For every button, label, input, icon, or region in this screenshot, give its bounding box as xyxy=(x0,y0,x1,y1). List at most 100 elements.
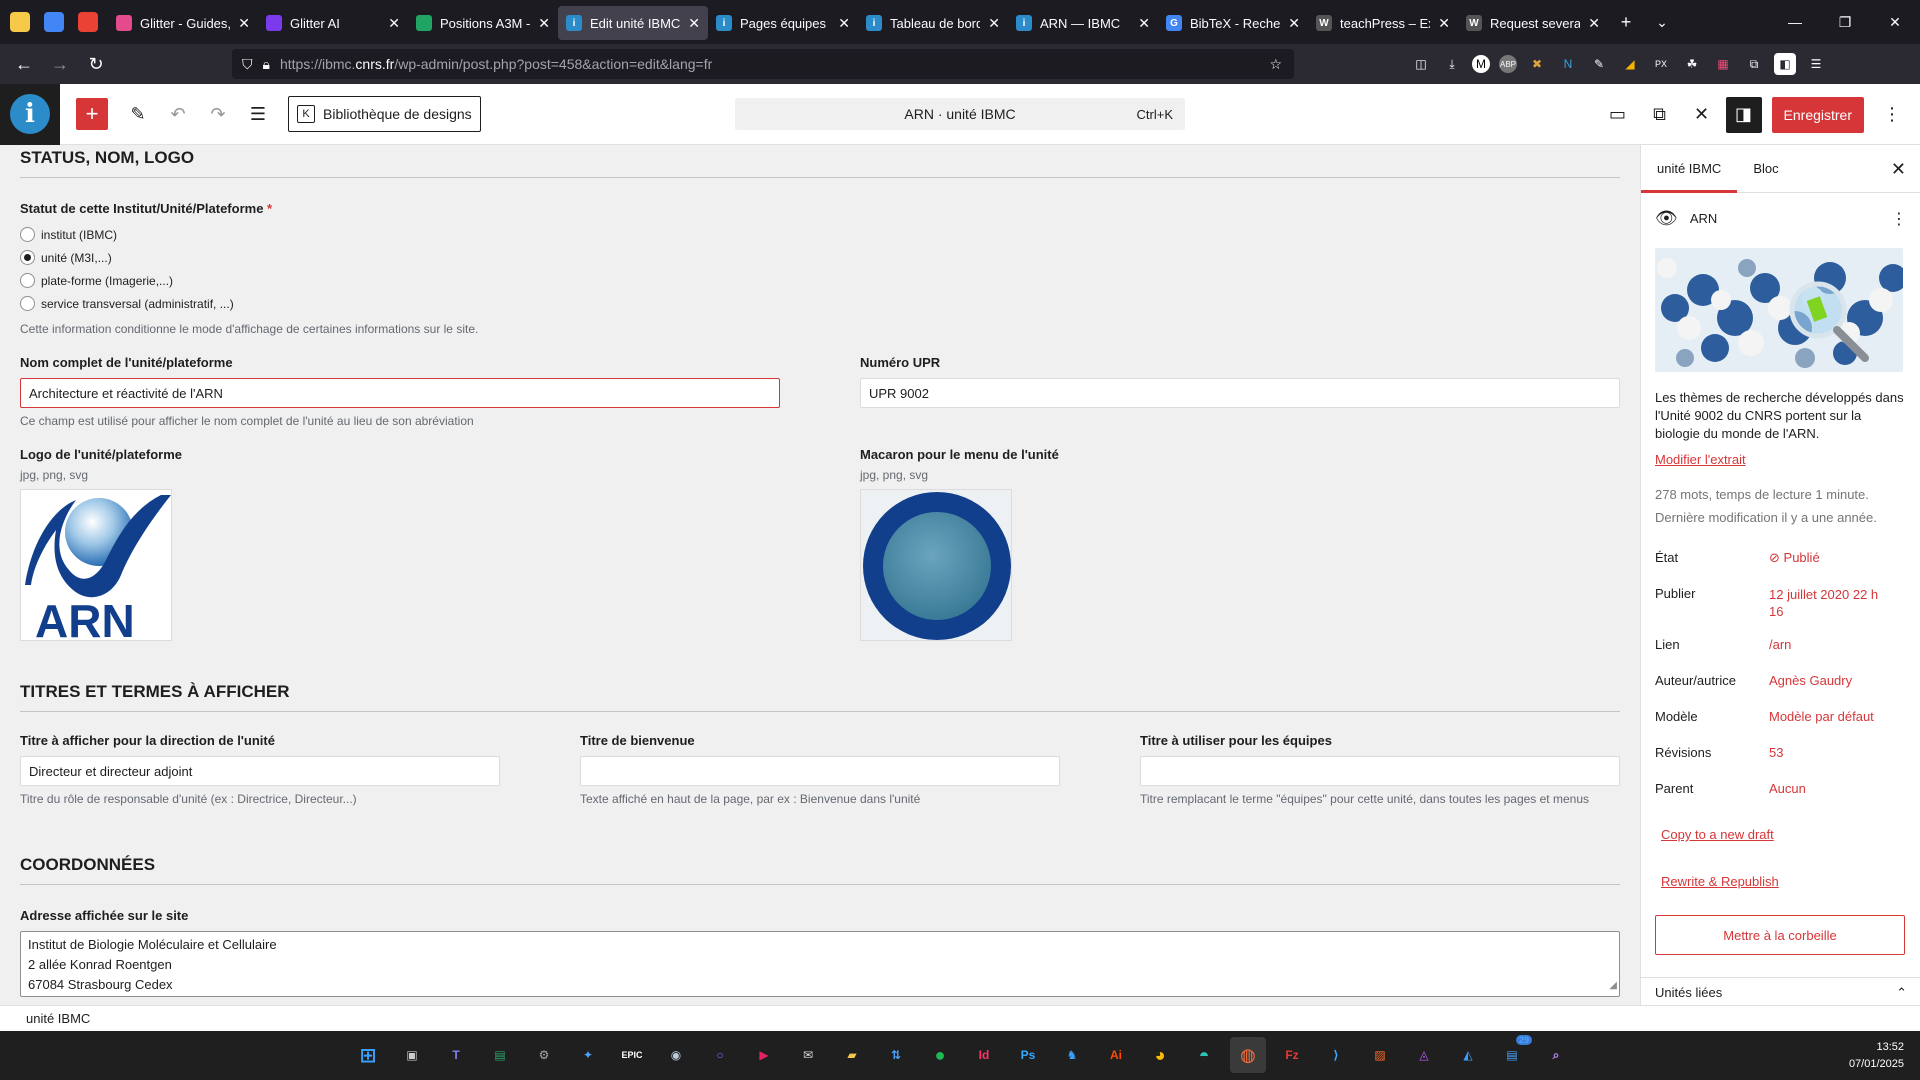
close-sidebar-icon[interactable]: ✕ xyxy=(1891,159,1906,180)
permalink-value[interactable]: /arn xyxy=(1769,637,1791,652)
extension-px-icon[interactable]: PX xyxy=(1650,53,1672,75)
address-textarea[interactable]: Institut de Biologie Moléculaire et Cell… xyxy=(20,931,1620,997)
tab-post[interactable]: unité IBMC xyxy=(1641,145,1737,193)
tab-close-icon[interactable]: ✕ xyxy=(388,15,400,32)
tab-close-icon[interactable]: ✕ xyxy=(1588,15,1600,32)
extension-grid-icon[interactable]: ▦ xyxy=(1712,53,1734,75)
document-overview-icon[interactable]: ☰ xyxy=(238,94,278,134)
app-red-icon[interactable]: ▶ xyxy=(746,1037,782,1073)
browser-tab[interactable]: Glitter AI ✕ xyxy=(258,6,408,40)
sidebar-toggle-icon[interactable]: ◧ xyxy=(1774,53,1796,75)
breadcrumb-item[interactable]: unité IBMC xyxy=(26,1011,90,1026)
tab-close-icon[interactable]: ✕ xyxy=(538,15,550,32)
app-bird-icon[interactable]: ♞ xyxy=(1054,1037,1090,1073)
close-window-icon[interactable]: ✕ xyxy=(1870,0,1920,44)
extension-leaf-icon[interactable]: ☘ xyxy=(1681,53,1703,75)
tracking-shield-icon[interactable]: ⛉ xyxy=(242,56,253,73)
pinned-tab-icon[interactable] xyxy=(78,12,98,32)
chat-icon[interactable]: ▤ xyxy=(482,1037,518,1073)
windows-start-icon[interactable]: ⊞ xyxy=(350,1037,386,1073)
extension-n-icon[interactable]: N xyxy=(1557,53,1579,75)
filezilla-icon[interactable]: Fz xyxy=(1274,1037,1310,1073)
app-arrow-icon[interactable]: ⇅ xyxy=(878,1037,914,1073)
status-radio-plateforme[interactable]: plate-forme (Imagerie,...) xyxy=(20,273,173,288)
pinned-tab-icon[interactable] xyxy=(44,12,64,32)
app-ring-icon[interactable]: ○ xyxy=(702,1037,738,1073)
affinity-photo-icon[interactable]: ◬ xyxy=(1406,1037,1442,1073)
adblock-icon[interactable]: ABP xyxy=(1499,55,1517,73)
browser-tab[interactable]: i ARN — IBMC ✕ xyxy=(1008,6,1158,40)
tab-block[interactable]: Bloc xyxy=(1737,145,1794,193)
settings-gear-icon[interactable]: ⚙ xyxy=(526,1037,562,1073)
mail-icon[interactable]: ✉ xyxy=(790,1037,826,1073)
menu-hamburger-icon[interactable]: ☰ xyxy=(1805,53,1827,75)
status-radio-institut[interactable]: institut (IBMC) xyxy=(20,227,117,242)
app-stripes-icon[interactable]: ▨ xyxy=(1362,1037,1398,1073)
browser-tab[interactable]: i Tableau de bord ‹ ✕ xyxy=(858,6,1008,40)
chevron-up-icon[interactable]: ⌃ xyxy=(1896,985,1907,1001)
post-actions-icon[interactable]: ⋮ xyxy=(1891,209,1907,229)
extension-ruler-icon[interactable]: ◢ xyxy=(1619,53,1641,75)
task-view-icon[interactable]: ▣ xyxy=(394,1037,430,1073)
copy-to-draft-link[interactable]: Copy to a new draft xyxy=(1661,827,1774,842)
tab-list-chevron-down-icon[interactable]: ⌄ xyxy=(1644,14,1680,31)
radio-button[interactable] xyxy=(20,227,35,242)
tab-close-icon[interactable]: ✕ xyxy=(988,15,1000,32)
command-palette-bar[interactable]: ARN · unité IBMC Ctrl+K xyxy=(735,98,1185,130)
browser-tab[interactable]: Positions A3M - G ✕ xyxy=(408,6,558,40)
firefox-icon[interactable]: ◍ xyxy=(1230,1037,1266,1073)
indesign-icon[interactable]: Id xyxy=(966,1037,1002,1073)
browser-tab[interactable]: WteachPress – Exte ✕ xyxy=(1308,6,1458,40)
reload-icon[interactable]: ↻ xyxy=(78,48,114,80)
affinity-designer-icon[interactable]: ◭ xyxy=(1450,1037,1486,1073)
download-icon[interactable]: ⤓ xyxy=(1441,53,1463,75)
system-clock[interactable]: 13:52 07/01/2025 xyxy=(1849,1039,1904,1073)
steam-icon[interactable]: ◉ xyxy=(658,1037,694,1073)
browser-tab[interactable]: W Request several ta ✕ xyxy=(1458,6,1608,40)
new-tab-button[interactable]: + xyxy=(1608,12,1644,33)
edit-pencil-icon[interactable]: ✎ xyxy=(118,94,158,134)
undo-icon[interactable]: ↶ xyxy=(158,94,198,134)
save-button[interactable]: Enregistrer xyxy=(1771,96,1864,133)
status-value[interactable]: ⊘ Publié xyxy=(1769,550,1820,566)
copilot-icon[interactable]: ✦ xyxy=(570,1037,606,1073)
restore-icon[interactable]: ❐ xyxy=(1820,0,1870,44)
pocket-icon[interactable]: ◫ xyxy=(1410,53,1432,75)
tab-close-icon[interactable]: ✕ xyxy=(838,15,850,32)
redo-icon[interactable]: ↷ xyxy=(198,94,238,134)
edit-excerpt-link[interactable]: Modifier l'extrait xyxy=(1655,452,1746,467)
direction-input[interactable]: Directeur et directeur adjoint xyxy=(20,756,500,786)
radio-button[interactable] xyxy=(20,273,35,288)
chrome-icon[interactable]: ◕ xyxy=(1142,1037,1178,1073)
add-block-button[interactable]: + xyxy=(76,98,108,130)
parent-value[interactable]: Aucun xyxy=(1769,781,1806,796)
author-value[interactable]: Agnès Gaudry xyxy=(1769,673,1852,688)
settings-sidebar-icon[interactable]: ◨ xyxy=(1725,96,1762,133)
tab-close-icon[interactable]: ✕ xyxy=(1438,15,1450,32)
rewrite-republish-link[interactable]: Rewrite & Republish xyxy=(1661,874,1779,889)
site-logo[interactable]: i xyxy=(0,83,60,145)
file-explorer-icon[interactable]: ▰ xyxy=(834,1037,870,1073)
upr-input[interactable]: UPR 9002 xyxy=(860,378,1620,408)
browser-tab-active[interactable]: i Edit unité IBMC « ✕ xyxy=(558,6,708,40)
extensions-puzzle-icon[interactable]: ⧉ xyxy=(1743,53,1765,75)
bookmark-star-icon[interactable]: ☆ xyxy=(1269,56,1282,73)
tab-close-icon[interactable]: ✕ xyxy=(688,15,700,32)
preview-desktop-icon[interactable]: ▭ xyxy=(1600,97,1636,133)
pinned-tab-icon[interactable] xyxy=(10,12,30,32)
status-radio-service[interactable]: service transversal (administratif, ...) xyxy=(20,296,234,311)
radio-button[interactable] xyxy=(20,296,35,311)
template-value[interactable]: Modèle par défaut xyxy=(1769,709,1874,724)
revisions-value[interactable]: 53 xyxy=(1769,745,1783,760)
back-arrow-icon[interactable]: ← xyxy=(6,48,42,80)
browser-tab[interactable]: Glitter - Guides, tu ✕ xyxy=(108,6,258,40)
status-radio-unite[interactable]: unité (M3I,...) xyxy=(20,250,112,265)
radio-button-selected[interactable] xyxy=(20,250,35,265)
spotify-icon[interactable]: ● xyxy=(922,1037,958,1073)
macaron-image[interactable] xyxy=(860,489,1012,641)
app-search-icon[interactable]: ⌕ xyxy=(1538,1037,1574,1073)
illustrator-icon[interactable]: Ai xyxy=(1098,1037,1134,1073)
app-badge-icon[interactable]: ▤ 29 xyxy=(1494,1035,1532,1073)
epic-games-icon[interactable]: EPIC xyxy=(614,1037,650,1073)
more-options-icon[interactable]: ⋮ xyxy=(1874,97,1910,133)
